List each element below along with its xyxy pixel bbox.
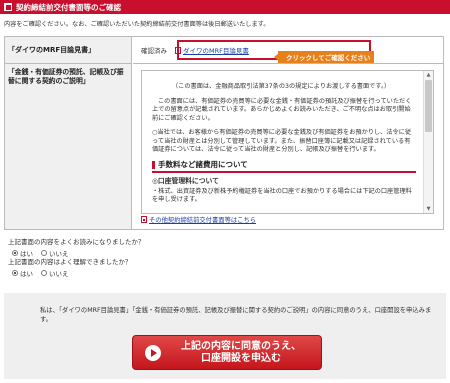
question-understood: 上記書面の内容はよく理解できましたか？ はい いいえ (8, 256, 132, 278)
doc-para-3: ○当社では、お客様から有価証券の売買等に必要な金銭及び有価証券をお預かりし、法令… (152, 129, 412, 153)
header-square-icon (4, 3, 12, 11)
agree-and-apply-button[interactable]: 上記の内容に同意のうえ、 口座開設を申込む (132, 335, 322, 370)
question-understood-label: 上記書面の内容はよく理解できましたか？ (8, 258, 132, 266)
agree-button-line1: 上記の内容に同意のうえ、 (181, 340, 301, 352)
scroll-up-icon[interactable]: ▲ (424, 71, 433, 79)
page-title: 契約締結前交付書面等のご確認 (16, 2, 121, 12)
intro-text: 内容をご確認ください。なお、ご確認いただいた契約締結前交付書面等は後日郵送いたし… (4, 21, 270, 28)
radio-dot[interactable] (41, 270, 47, 276)
question-read-label: 上記書面の内容をよくお読みになりましたか？ (8, 238, 145, 246)
play-arrow-icon (145, 344, 161, 361)
question-read: 上記書面の内容をよくお読みになりましたか？ はい いいえ (8, 236, 145, 258)
scrollbar-thumb[interactable] (425, 80, 432, 132)
confirmed-status: 確認済み (141, 47, 167, 55)
account-fee-subtitle: ◎口座管理料について (152, 177, 219, 185)
doc-name-label: 「ダイワのMRF目論見書」 (5, 37, 131, 64)
document-label-column: 「ダイワのMRF目論見書」 「金銭・有価証券の預託、記帳及び振替に関する契約のご… (5, 37, 132, 229)
other-documents-link[interactable]: その他契約締結前交付書面等はこちら (149, 215, 256, 224)
other-docs-row: その他契約締結前交付書面等はこちら (141, 215, 256, 224)
document-text: （この書面は、金融商品取引法第37条の3の規定によりお渡しする書面です。） この… (142, 71, 424, 211)
question-understood-options: はい いいえ (8, 268, 132, 278)
agreement-panel: 私は、「ダイワのMRF目論見書」「金銭・有価証券の預託、記帳及び振替に関する契約… (4, 293, 446, 379)
scroll-down-icon[interactable]: ▼ (424, 205, 433, 213)
agree-button-label: 上記の内容に同意のうえ、 口座開設を申込む (171, 341, 311, 365)
fees-section-title: 手数料など諸費用について (152, 159, 416, 173)
doc-para-2: この書面には、有価証券の売買等に必要な金銭・有価証券の預託及び振替を行っていただ… (152, 97, 412, 122)
doc-para-1: （この書面は、金融商品取引法第37条の3の規定によりお渡しする書面です。） (172, 83, 391, 90)
radio-dot[interactable] (12, 270, 18, 276)
doc-para-4: ・株式、出資証券及び新株予約権証券を当社の口座でお預かりする場合には下記の口座管… (152, 187, 412, 204)
contract-description-label: 「金銭・有価証券の預託、記帳及び振替に関する契約のご説明」 (8, 68, 124, 85)
agree-button-line2: 口座開設を申込む (201, 352, 281, 364)
document-table: 「ダイワのMRF目論見書」 「金銭・有価証券の預託、記帳及び振替に関する契約のご… (4, 36, 444, 230)
agreement-text: 私は、「ダイワのMRF目論見書」「金銭・有価証券の預託、記帳及び振替に関する契約… (40, 307, 432, 323)
doc-link-row: 確認済み ダイワのMRF目論見書 クリックしてご確認ください (133, 37, 444, 64)
document-scrollbar[interactable]: ▲ ▼ (423, 71, 433, 213)
page-header: 契約締結前交付書面等のご確認 (0, 0, 450, 14)
radio-label: はい (20, 270, 33, 278)
pdf-icon (141, 216, 147, 223)
understood-yes-radio[interactable]: はい (12, 268, 33, 278)
radio-label: いいえ (49, 270, 69, 278)
click-to-confirm-badge: クリックしてご確認ください (273, 51, 375, 63)
document-content-column: 確認済み ダイワのMRF目論見書 クリックしてご確認ください （この書面は、金融… (133, 37, 444, 229)
document-scroll-area[interactable]: （この書面は、金融商品取引法第37条の3の規定によりお渡しする書面です。） この… (141, 70, 434, 214)
understood-no-radio[interactable]: いいえ (41, 268, 69, 278)
fees-section-label: 手数料など諸費用について (158, 159, 248, 169)
section-marker-icon (152, 160, 155, 169)
